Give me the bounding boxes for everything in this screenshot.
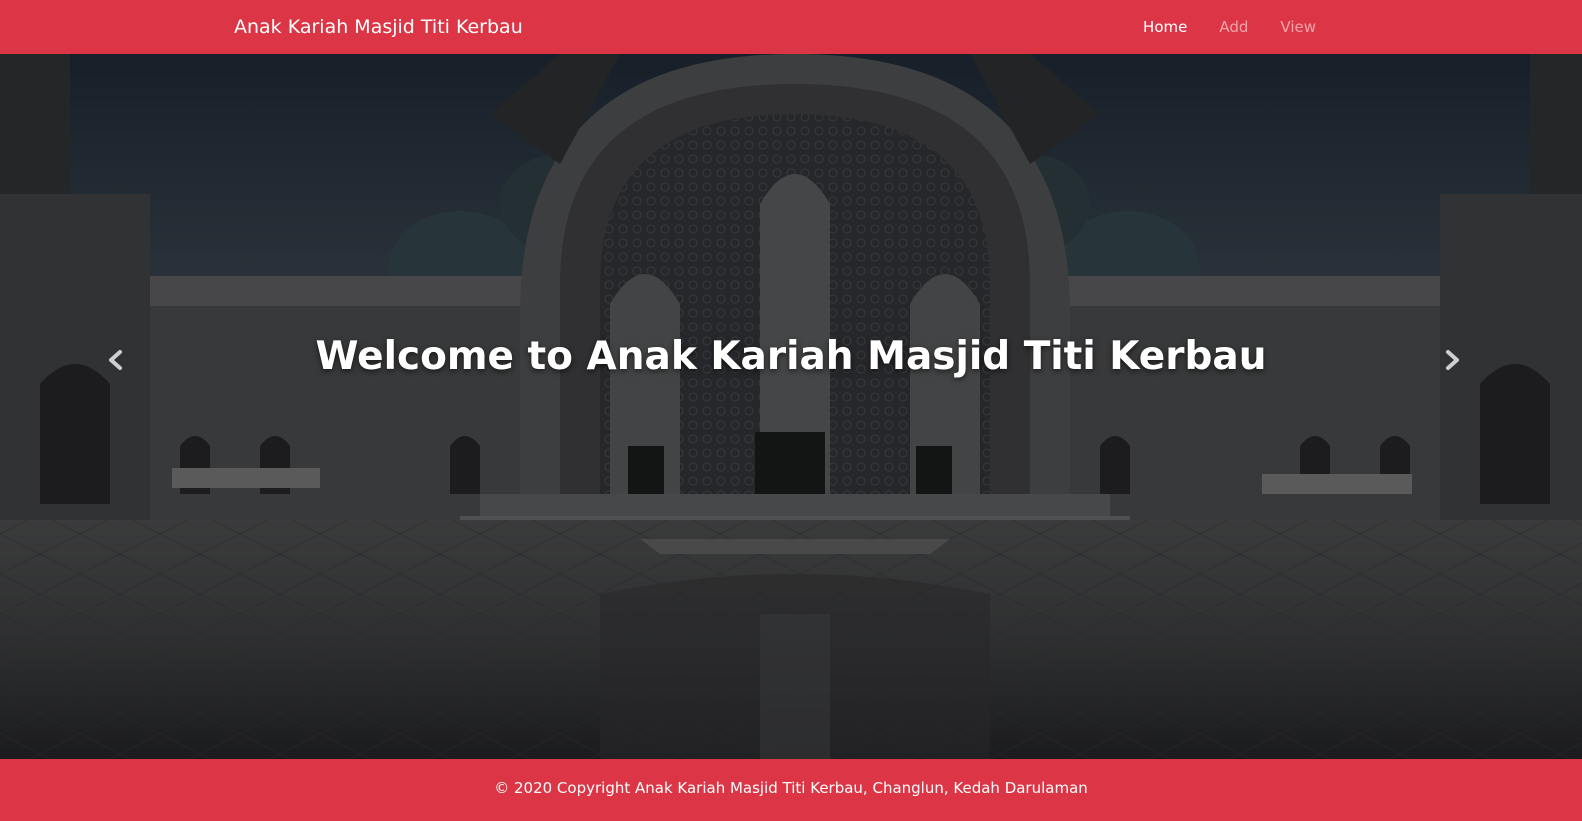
nav-link-home[interactable]: Home (1127, 18, 1203, 36)
nav-links: Home Add View (1127, 0, 1332, 54)
nav-link-view[interactable]: View (1264, 18, 1332, 36)
hero-title: Welcome to Anak Kariah Masjid Titi Kerba… (315, 334, 1267, 379)
top-navbar: Anak Kariah Masjid Titi Kerbau Home Add … (0, 0, 1582, 54)
chevron-right-icon (1446, 350, 1459, 370)
mosque-background-image (0, 54, 1582, 759)
hero-carousel: Welcome to Anak Kariah Masjid Titi Kerba… (0, 54, 1582, 759)
footer-copyright: © 2020 Copyright Anak Kariah Masjid Titi… (494, 779, 1088, 797)
chevron-left-icon (109, 350, 122, 370)
nav-link-add[interactable]: Add (1203, 18, 1264, 36)
carousel-prev-button[interactable] (96, 336, 136, 384)
carousel-next-button[interactable] (1432, 336, 1472, 384)
brand-link[interactable]: Anak Kariah Masjid Titi Kerbau (234, 0, 523, 54)
footer: © 2020 Copyright Anak Kariah Masjid Titi… (0, 759, 1582, 821)
